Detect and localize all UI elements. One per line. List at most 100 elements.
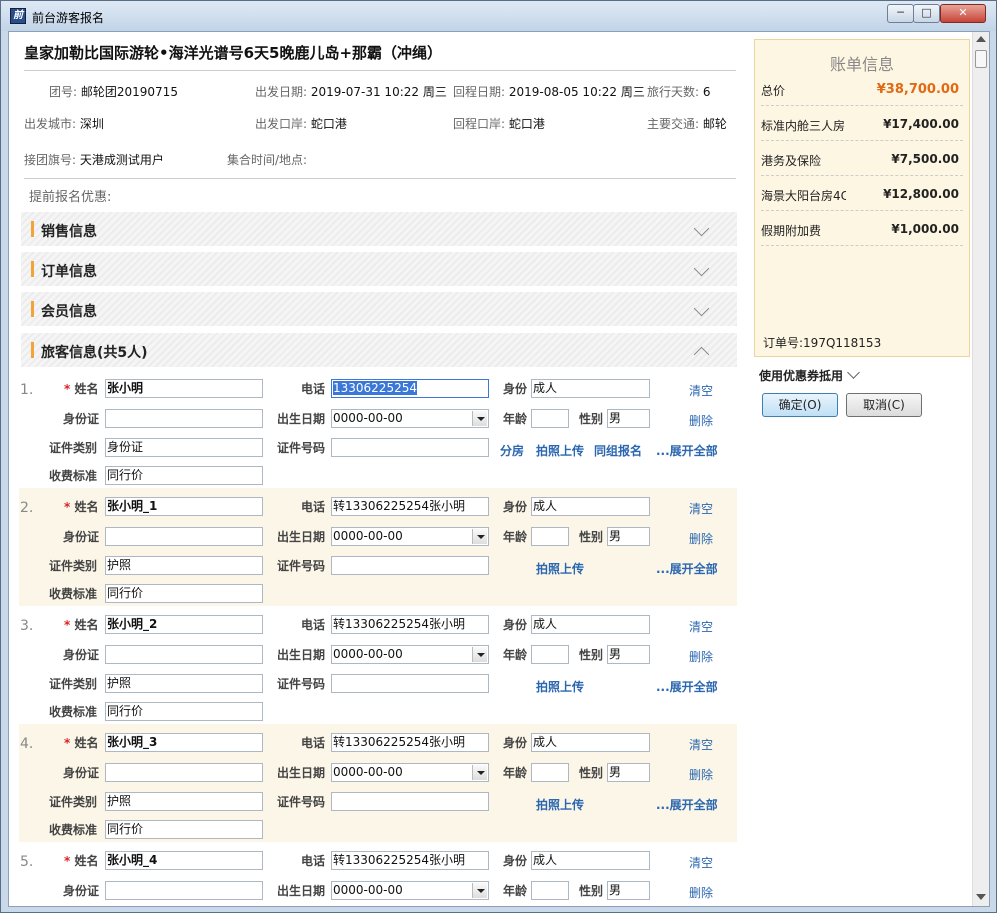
- cert-type-input[interactable]: 护照: [105, 674, 263, 693]
- maximize-button[interactable]: □: [913, 4, 940, 23]
- identity-input[interactable]: 成人: [531, 497, 650, 516]
- chevron-down-icon[interactable]: [472, 647, 487, 662]
- idcard-input[interactable]: [105, 409, 263, 428]
- identity-input[interactable]: 成人: [531, 851, 650, 870]
- identity-input[interactable]: 成人: [531, 733, 650, 752]
- expand-all-link[interactable]: ...展开全部: [656, 442, 718, 459]
- close-button[interactable]: ✕: [940, 4, 986, 23]
- age-input[interactable]: [531, 763, 569, 782]
- age-input[interactable]: [531, 527, 569, 546]
- age-input[interactable]: [531, 409, 569, 428]
- name-input[interactable]: 张小明_4: [105, 851, 263, 870]
- chevron-down-icon[interactable]: [693, 300, 710, 317]
- delete-link[interactable]: 删除: [689, 530, 713, 547]
- scroll-down-arrow-icon[interactable]: [976, 894, 986, 900]
- section-accent-bar: [31, 221, 34, 237]
- minimize-button[interactable]: ─: [887, 4, 914, 23]
- fee-input[interactable]: 同行价: [105, 702, 263, 721]
- fee-input[interactable]: 同行价: [105, 584, 263, 603]
- bill-item-value: ¥7,500.00: [891, 152, 959, 166]
- chevron-down-icon[interactable]: [472, 411, 487, 426]
- name-input[interactable]: 张小明_3: [105, 733, 263, 752]
- identity-input[interactable]: 成人: [531, 379, 650, 398]
- birth-select[interactable]: 0000-00-00: [331, 881, 489, 900]
- gender-input[interactable]: 男: [607, 527, 650, 546]
- chevron-down-icon[interactable]: [472, 883, 487, 898]
- section-sales[interactable]: 销售信息: [21, 212, 737, 246]
- age-input[interactable]: [531, 645, 569, 664]
- expand-all-link[interactable]: ...展开全部: [656, 796, 718, 813]
- birth-select[interactable]: 0000-00-00: [331, 409, 489, 428]
- chevron-down-icon[interactable]: [472, 765, 487, 780]
- cert-type-input[interactable]: 身份证: [105, 438, 263, 457]
- coupon-toggle[interactable]: 使用优惠券抵用: [759, 366, 860, 384]
- delete-link[interactable]: 删除: [689, 884, 713, 901]
- clear-link[interactable]: 清空: [689, 854, 713, 871]
- section-travelers[interactable]: 旅客信息(共5人): [21, 333, 737, 367]
- clear-link[interactable]: 清空: [689, 736, 713, 753]
- gender-input[interactable]: 男: [607, 645, 650, 664]
- expand-all-link[interactable]: ...展开全部: [656, 560, 718, 577]
- chevron-down-icon[interactable]: [693, 220, 710, 237]
- cert-type-input[interactable]: 护照: [105, 792, 263, 811]
- phone-label: 电话: [301, 854, 326, 868]
- photo-upload-link[interactable]: 拍照上传: [536, 678, 584, 695]
- depart-date-label: 出发日期:: [255, 85, 308, 99]
- clear-link[interactable]: 清空: [689, 382, 713, 399]
- same-group-link[interactable]: 同组报名: [594, 442, 642, 459]
- phone-input[interactable]: 转13306225254张小明: [331, 851, 489, 870]
- phone-input[interactable]: 13306225254: [331, 379, 489, 398]
- birth-select[interactable]: 0000-00-00: [331, 527, 489, 546]
- cert-no-input[interactable]: [331, 556, 489, 575]
- cert-no-input[interactable]: [331, 674, 489, 693]
- identity-label: 身份: [503, 854, 528, 868]
- idcard-label: 身份证: [63, 884, 100, 898]
- cert-no-input[interactable]: [331, 792, 489, 811]
- birth-select[interactable]: 0000-00-00: [331, 763, 489, 782]
- gender-input[interactable]: 男: [607, 409, 650, 428]
- identity-input[interactable]: 成人: [531, 615, 650, 634]
- confirm-button[interactable]: 确定(O): [762, 393, 838, 417]
- name-input[interactable]: 张小明_1: [105, 497, 263, 516]
- idcard-input[interactable]: [105, 645, 263, 664]
- scrollbar-thumb[interactable]: [975, 50, 987, 68]
- phone-input[interactable]: 转13306225254张小明: [331, 615, 489, 634]
- fee-input[interactable]: 同行价: [105, 466, 263, 485]
- chevron-up-icon[interactable]: [693, 346, 710, 363]
- scroll-up-arrow-icon[interactable]: [976, 36, 986, 42]
- section-order[interactable]: 订单信息: [21, 252, 737, 286]
- phone-input[interactable]: 转13306225254张小明: [331, 497, 489, 516]
- section-member[interactable]: 会员信息: [21, 292, 737, 326]
- delete-link[interactable]: 删除: [689, 412, 713, 429]
- chevron-down-icon[interactable]: [472, 529, 487, 544]
- age-input[interactable]: [531, 881, 569, 900]
- gender-label: 性别: [579, 766, 604, 780]
- bill-item-name: 假期附加费: [761, 224, 822, 238]
- idcard-input[interactable]: [105, 527, 263, 546]
- clear-link[interactable]: 清空: [689, 500, 713, 517]
- name-input[interactable]: 张小明: [105, 379, 263, 398]
- idcard-input[interactable]: [105, 881, 263, 900]
- photo-upload-link[interactable]: 拍照上传: [536, 560, 584, 577]
- cert-no-input[interactable]: [331, 438, 489, 457]
- cert-type-input[interactable]: 护照: [105, 556, 263, 575]
- phone-label: 电话: [301, 736, 326, 750]
- cancel-button[interactable]: 取消(C): [846, 393, 922, 417]
- gender-input[interactable]: 男: [607, 763, 650, 782]
- expand-all-link[interactable]: ...展开全部: [656, 678, 718, 695]
- chevron-down-icon[interactable]: [693, 260, 710, 277]
- phone-input[interactable]: 转13306225254张小明: [331, 733, 489, 752]
- photo-upload-link[interactable]: 拍照上传: [536, 796, 584, 813]
- vertical-scrollbar[interactable]: [972, 32, 989, 906]
- idcard-input[interactable]: [105, 763, 263, 782]
- delete-link[interactable]: 删除: [689, 648, 713, 665]
- delete-link[interactable]: 删除: [689, 766, 713, 783]
- photo-upload-link[interactable]: 拍照上传: [536, 442, 584, 459]
- room-link[interactable]: 分房: [500, 442, 524, 459]
- clear-link[interactable]: 清空: [689, 618, 713, 635]
- birth-select[interactable]: 0000-00-00: [331, 645, 489, 664]
- title-bar[interactable]: 前 前台游客报名 ─ □ ✕: [1, 1, 996, 31]
- gender-input[interactable]: 男: [607, 881, 650, 900]
- name-input[interactable]: 张小明_2: [105, 615, 263, 634]
- fee-input[interactable]: 同行价: [105, 820, 263, 839]
